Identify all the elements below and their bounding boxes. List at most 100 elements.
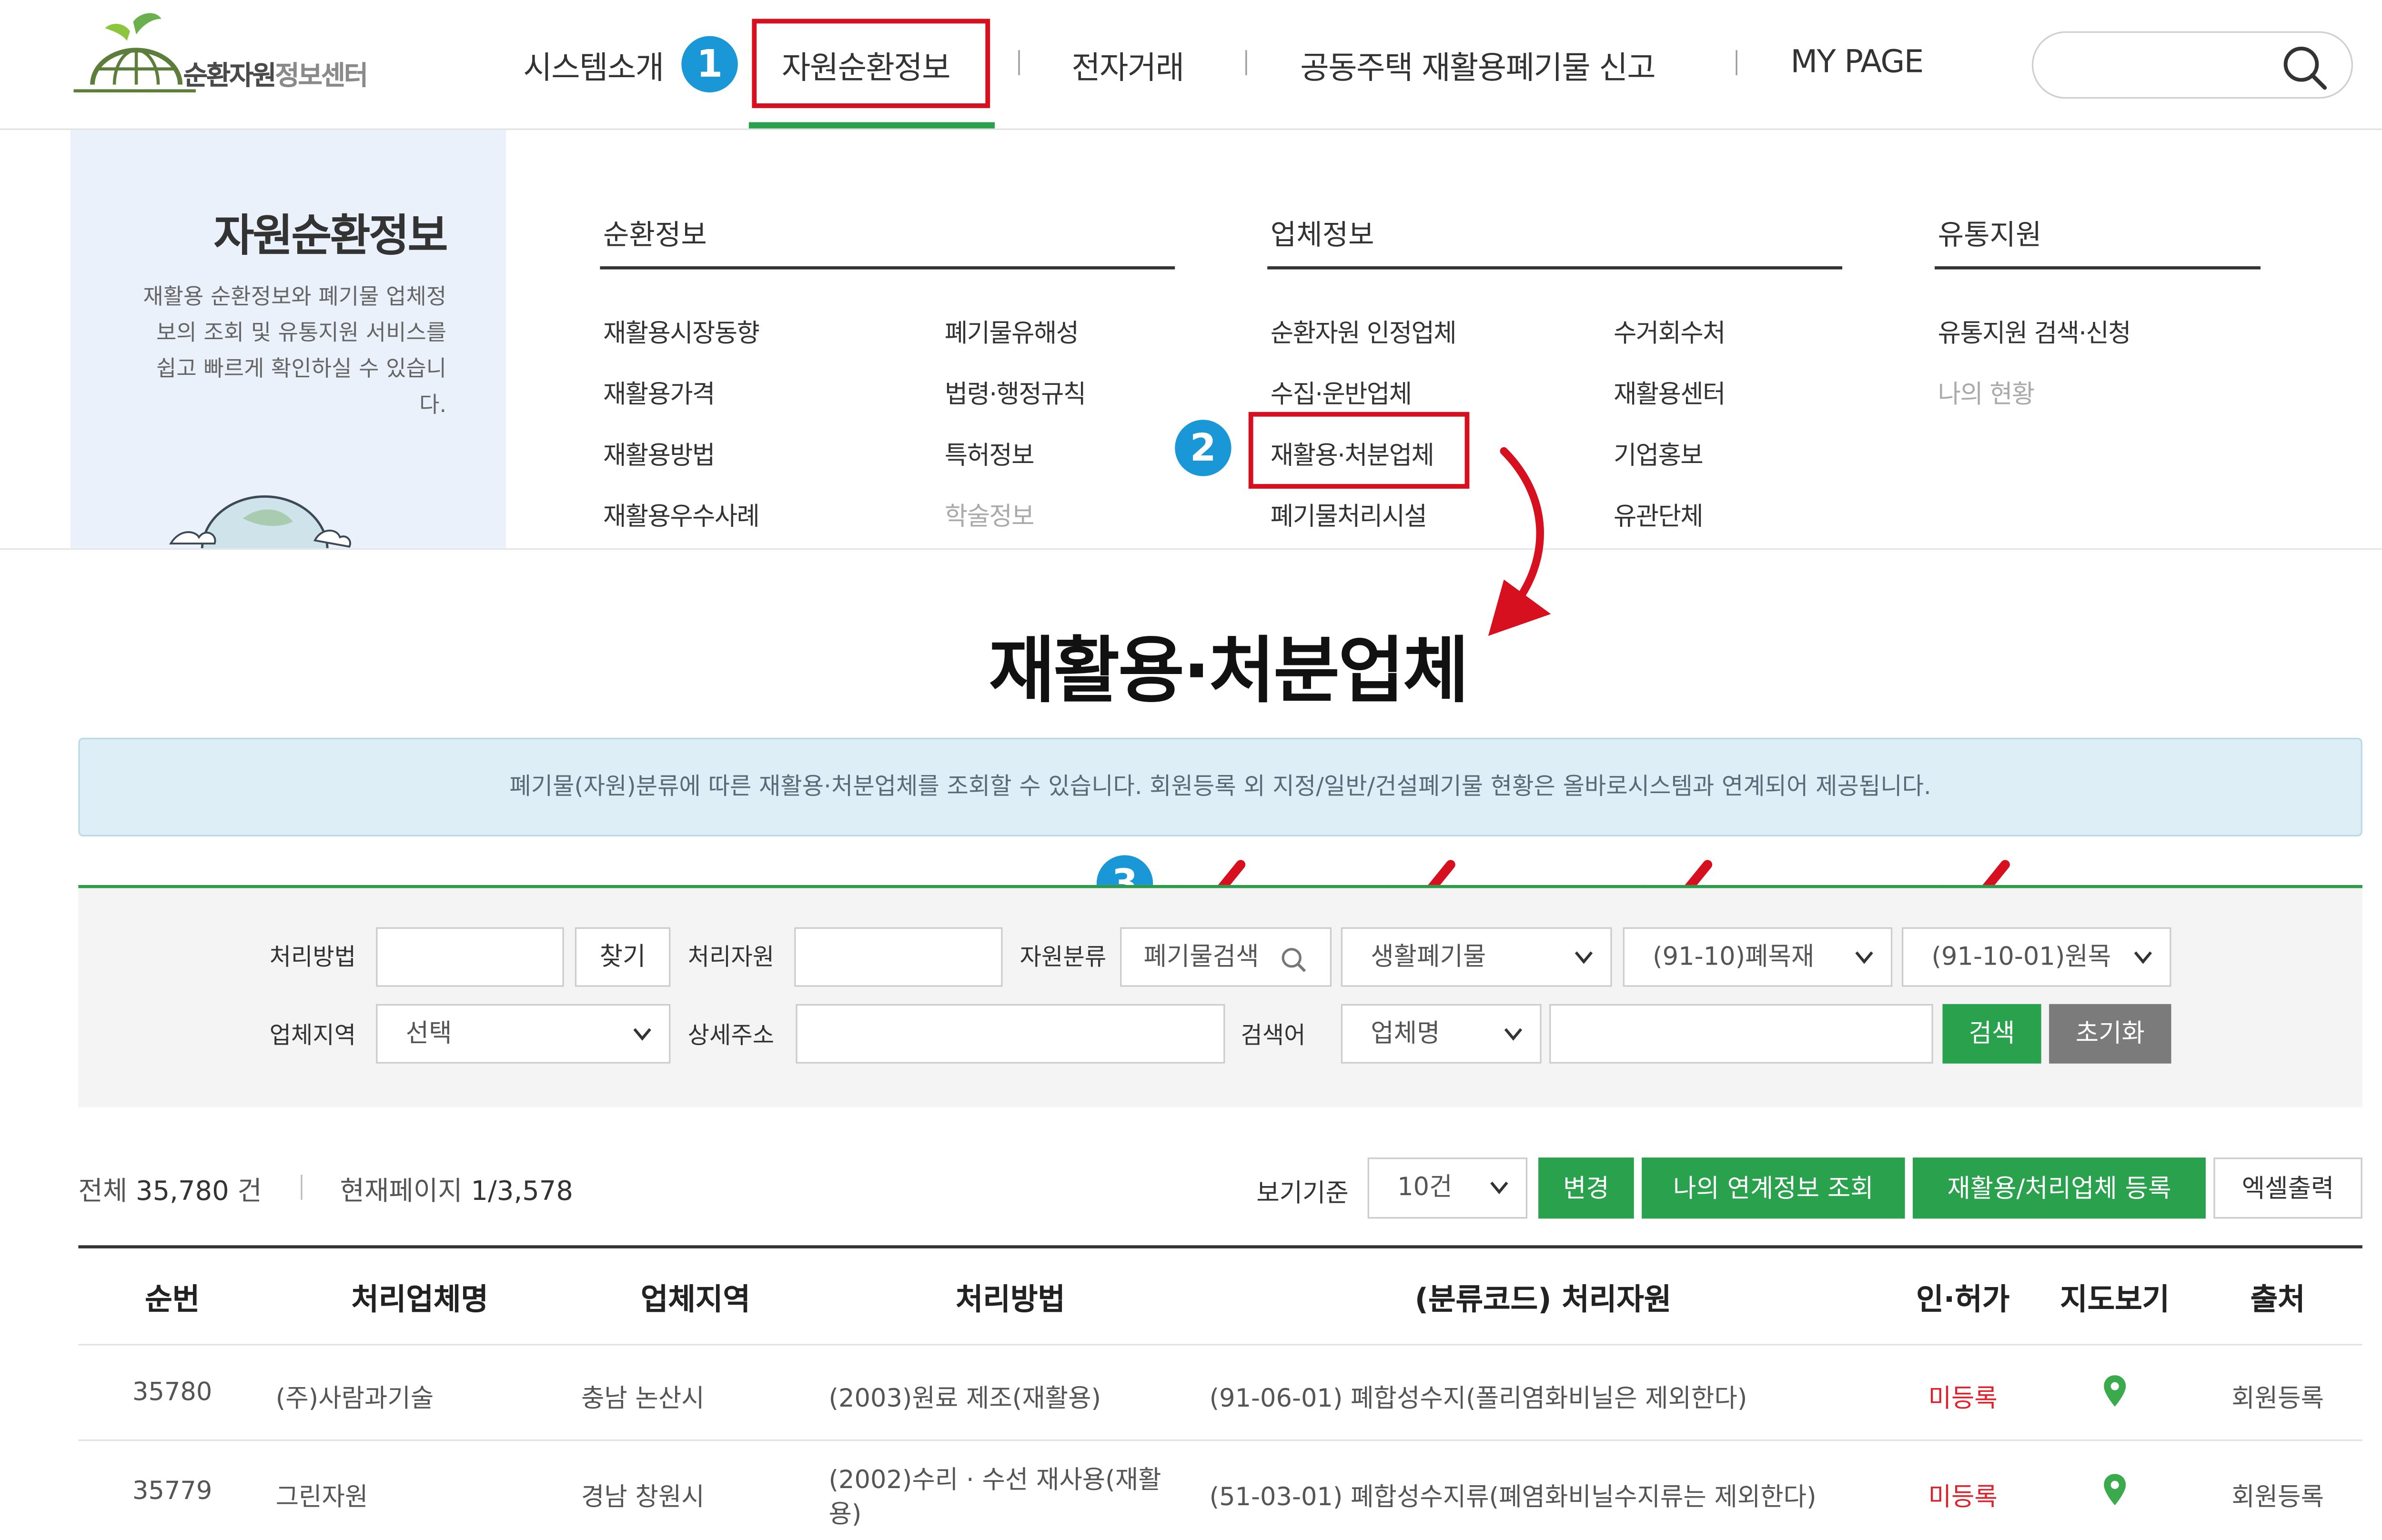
find-button[interactable]: 찾기: [575, 927, 671, 987]
chevron-down-icon: [1504, 1028, 1523, 1041]
column-header-resource: (분류코드) 처리자원: [1414, 1283, 1672, 1318]
map-pin-icon[interactable]: [2104, 1474, 2126, 1506]
region-select[interactable]: 선택: [376, 1004, 671, 1064]
menu-heading-underline: [1267, 266, 1843, 270]
waste-search-button[interactable]: 폐기물검색: [1120, 927, 1332, 987]
menu-link-academic[interactable]: 학술정보: [945, 495, 1035, 533]
nav-system-intro[interactable]: 시스템소개: [523, 42, 664, 88]
menu-link-collection-point[interactable]: 수거회수처: [1614, 312, 1726, 349]
nav-e-trade[interactable]: 전자거래: [1071, 42, 1184, 88]
red-arrow-icon: [1488, 447, 1551, 636]
site-logo[interactable]: 순환자원정보센터: [71, 12, 431, 106]
nav-resource-info[interactable]: 자원순환정보: [782, 42, 951, 88]
nav-divider: [1736, 50, 1737, 75]
step-badge-1: 1: [681, 36, 738, 93]
nav-divider: [1245, 50, 1247, 75]
menu-link-distribution-search[interactable]: 유통지원 검색·신청: [1938, 312, 2131, 349]
view-count-select[interactable]: 10건: [1367, 1158, 1528, 1219]
menu-link-patent[interactable]: 특허정보: [945, 434, 1035, 472]
total-unit: 건: [237, 1176, 262, 1208]
search-button[interactable]: 검색: [1942, 1004, 2041, 1064]
top-header: 순환자원정보센터 시스템소개 1 자원순환정보 전자거래 공동주택 재활용폐기물…: [0, 0, 2382, 130]
menu-link-collection-transport[interactable]: 수집·운반업체: [1271, 373, 1412, 411]
keyword-input[interactable]: [1549, 1004, 1933, 1064]
reset-button[interactable]: 초기화: [2049, 1004, 2171, 1064]
column-header-source: 출처: [2250, 1283, 2305, 1318]
menu-link-recycling-disposal[interactable]: 재활용·처분업체: [1271, 434, 1434, 472]
menu-link-facility[interactable]: 폐기물처리시설: [1271, 495, 1427, 533]
category-select-3-value: (91-10-01)원목: [1931, 941, 2111, 971]
menu-link-law[interactable]: 법령·행정규칙: [945, 373, 1086, 411]
summary-divider: [301, 1175, 303, 1200]
chevron-down-icon: [1855, 951, 1873, 964]
column-header-company: 처리업체명: [351, 1283, 488, 1318]
page-indicator: 현재페이지 1/3,578: [340, 1168, 573, 1208]
header-search-input[interactable]: [2031, 31, 2353, 99]
row-region: 경남 창원시: [581, 1481, 705, 1512]
region-label: 업체지역: [269, 1021, 356, 1050]
logo-globe-icon: [73, 13, 196, 93]
category-select-3[interactable]: (91-10-01)원목: [1901, 927, 2171, 987]
excel-export-button[interactable]: 엑셀출력: [2213, 1158, 2362, 1219]
column-header-permit: 인·허가: [1916, 1283, 2010, 1318]
logo-text-main: 순환자원: [183, 61, 277, 93]
logo-text-sub: 정보센터: [275, 61, 368, 93]
category-select-1[interactable]: 생활폐기물: [1341, 927, 1612, 987]
step-badge-2: 2: [1175, 420, 1231, 476]
row-region: 충남 논산시: [581, 1383, 705, 1413]
menu-heading-distribution: 유통지원: [1938, 219, 2042, 252]
chevron-down-icon: [1490, 1181, 1508, 1195]
chevron-down-icon: [633, 1028, 651, 1041]
search-icon[interactable]: [2281, 44, 2328, 91]
row-no: 35779: [132, 1475, 212, 1506]
menu-link-certified-company[interactable]: 순환자원 인정업체: [1271, 312, 1457, 349]
method-input[interactable]: [376, 927, 564, 987]
menu-link-hazard[interactable]: 폐기물유해성: [945, 312, 1079, 349]
category-select-2[interactable]: (91-10)폐목재: [1623, 927, 1893, 987]
menu-link-my-status[interactable]: 나의 현황: [1938, 373, 2035, 411]
menu-link-market-trend[interactable]: 재활용시장동향: [603, 312, 760, 349]
menu-heading-underline: [1935, 266, 2261, 270]
row-method: (2002)수리 · 수선 재사용(재활: [828, 1464, 1161, 1495]
menu-side-title: 자원순환정보: [213, 210, 448, 262]
row-method-continued: 용): [828, 1499, 862, 1529]
nav-my-page[interactable]: MY PAGE: [1791, 42, 1924, 80]
menu-heading-underline: [600, 266, 1175, 270]
category-label: 자원분류: [1019, 943, 1107, 971]
row-company-name[interactable]: 그린자원: [276, 1476, 368, 1513]
column-header-map: 지도보기: [2060, 1283, 2170, 1318]
menu-link-company-pr[interactable]: 기업홍보: [1614, 434, 1704, 472]
nav-apartment-report[interactable]: 공동주택 재활용폐기물 신고: [1300, 42, 1655, 88]
menu-link-method[interactable]: 재활용방법: [603, 434, 715, 472]
map-pin-icon[interactable]: [2104, 1375, 2126, 1407]
total-label: 전체: [78, 1176, 128, 1208]
row-resource: (91-06-01) 폐합성수지(폴리염화비닐은 제외한다): [1209, 1383, 1747, 1413]
resource-label: 처리자원: [687, 943, 775, 971]
menu-link-recycling-center[interactable]: 재활용센터: [1614, 373, 1726, 411]
waste-search-label: 폐기물검색: [1143, 941, 1259, 971]
region-select-value: 선택: [405, 1018, 452, 1048]
menu-heading-circulation: 순환정보: [603, 219, 707, 252]
resource-input[interactable]: [794, 927, 1003, 987]
link-info-button[interactable]: 나의 연계정보 조회: [1642, 1158, 1905, 1219]
keyword-type-value: 업체명: [1371, 1018, 1440, 1048]
keyword-type-select[interactable]: 업체명: [1341, 1004, 1542, 1064]
address-label: 상세주소: [687, 1021, 775, 1050]
menu-link-related-org[interactable]: 유관단체: [1614, 495, 1704, 533]
total-count: 전체 35,780 건: [78, 1168, 262, 1208]
menu-link-best-practice[interactable]: 재활용우수사례: [603, 495, 760, 533]
menu-side-description: 재활용 순환정보와 폐기물 업체정보의 조회 및 유통지원 서비스를 쉽고 빠르…: [143, 285, 447, 418]
address-input[interactable]: [796, 1004, 1225, 1064]
column-header-no: 순번: [145, 1283, 200, 1318]
table-top-border: [78, 1245, 2362, 1248]
menu-bottom-divider: [0, 548, 2382, 550]
view-count-value: 10건: [1397, 1171, 1453, 1202]
menu-side-panel: 자원순환정보 재활용 순환정보와 폐기물 업체정보의 조회 및 유통지원 서비스…: [70, 130, 506, 548]
row-company-name[interactable]: (주)사람과기술: [276, 1377, 434, 1414]
register-company-button[interactable]: 재활용/처리업체 등록: [1913, 1158, 2206, 1219]
row-source: 회원등록: [2231, 1383, 2324, 1413]
menu-heading-company: 업체정보: [1270, 219, 1374, 252]
menu-link-price[interactable]: 재활용가격: [603, 373, 715, 411]
change-button[interactable]: 변경: [1538, 1158, 1634, 1219]
row-method: (2003)원료 제조(재활용): [828, 1383, 1101, 1413]
